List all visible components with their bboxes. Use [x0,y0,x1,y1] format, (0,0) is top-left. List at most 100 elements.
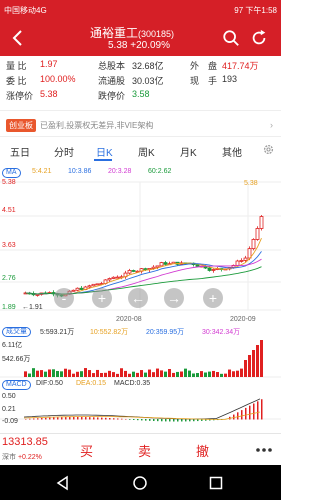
macd-chart[interactable] [0,391,281,433]
pan-left-button[interactable]: ← [128,288,148,308]
ma20-value: 20:3.28 [108,168,132,175]
volume-bar [48,369,51,377]
volume-bar [64,368,67,377]
title-price: 5.38 [108,40,128,51]
macd-histogram-bar [117,418,119,420]
vol-y-top: 6.11亿 [2,342,23,349]
tab-other[interactable]: 其他 [222,144,242,159]
ma5-value: 5:4.21 [32,168,52,175]
volume-bar [36,370,39,377]
macd-histogram-bar [49,417,51,420]
vol30-value: 30:342.34万 [202,329,241,336]
cancel-order-button[interactable]: 撤 [196,441,209,460]
tab-five-day[interactable]: 五日 [10,144,30,159]
add-indicator-button[interactable]: + [203,288,223,308]
volume-bar [196,373,199,377]
macd-histogram-bar [25,419,27,420]
back-icon[interactable] [8,28,28,48]
vol20-value: 20:359.95万 [146,329,185,336]
macd-histogram-bar [165,419,167,422]
candle-body [259,216,264,229]
macd-histogram-bar [141,419,143,421]
volume-bar [188,370,191,377]
tag-text: 已盈利,投票权无差异,非VIE架构 [40,120,154,130]
zoom-in-button[interactable]: + [92,288,112,308]
volume-bar [132,371,135,377]
candle-body [115,276,120,279]
quote-value: 32.68亿 [132,61,164,71]
macd-histogram-bar [69,417,71,420]
tab-intraday[interactable]: 分时 [54,144,74,159]
quote-row: 量 比 1.97 总股本 32.68亿 外 盘 417.74万 [0,59,281,71]
candle-body [163,262,168,265]
chevron-right-icon[interactable]: › [270,120,273,130]
macd-histogram-bar [245,407,247,420]
board-tag: 创业板 [6,118,36,132]
nav-back-icon[interactable] [55,475,71,491]
macd-histogram-bar [133,419,135,420]
macd-histogram-bar [257,401,259,420]
quote-value: 3.58 [132,89,150,99]
macd-histogram-bar [113,418,115,420]
volume-bar [156,368,159,377]
candle-body [71,289,76,292]
volume-bar [28,373,31,377]
system-nav-bar [0,465,281,500]
pan-right-button[interactable]: → [164,288,184,308]
candle-body [155,265,160,268]
status-right: 97 下午1:58 [234,5,277,16]
volume-bar [208,371,211,377]
low-marker: ←1.91 [22,304,43,311]
volume-bar [160,370,163,377]
tab-weekly-k[interactable]: 周K [138,144,155,159]
nav-home-icon[interactable] [132,475,148,491]
macd-histogram-bar [157,419,159,422]
nav-recents-icon[interactable] [208,475,224,491]
macd-histogram-bar [181,419,183,422]
macd-histogram-bar [61,417,63,420]
volume-bar [76,371,79,377]
zoom-out-button[interactable]: - [54,288,74,308]
volume-chart[interactable] [0,338,281,378]
ma-toggle-button[interactable]: MA [2,168,21,178]
volume-bar [40,370,43,377]
candle-body [239,260,244,262]
index-value[interactable]: 13313.85 [2,436,48,448]
volume-bar [80,371,83,377]
macd-histogram-bar [125,418,127,420]
volume-toggle-button[interactable]: 成交量 [2,327,31,337]
volume-bar [108,370,111,377]
period-tabs: 五日 分时 日K 周K 月K 其他 [0,140,281,162]
macd-histogram-bar [173,419,175,422]
stock-name: 通裕重工 [90,26,139,40]
macd-histogram-bar [261,399,263,420]
candle-body [75,287,80,291]
candle-body [151,266,156,269]
quote-label: 跌停价 [98,91,126,101]
macd-histogram-bar [73,417,75,420]
volume-bar [184,368,187,377]
y-axis-label: 2.76 [2,275,16,282]
refresh-icon[interactable] [250,29,268,47]
candle-body [243,257,248,261]
tab-monthly-k[interactable]: 月K [180,144,197,159]
buy-button[interactable]: 买 [80,441,93,460]
volume-bar [252,350,255,377]
active-tab-indicator [94,159,112,161]
gear-icon[interactable] [262,143,275,156]
search-icon[interactable] [222,29,240,47]
vol10-value: 10:552.82万 [90,329,129,336]
tag-row[interactable]: 创业板 已盈利,投票权无差异,非VIE架构 [6,118,153,132]
macd-histogram-bar [85,417,87,420]
sell-button[interactable]: 卖 [138,441,151,460]
vol5-value: 5:593.21万 [40,329,75,336]
volume-bar [104,372,107,377]
macd-toggle-button[interactable]: MACD [2,380,31,390]
more-icon[interactable] [254,440,274,460]
dea-value: DEA:0.15 [76,380,106,387]
quote-label: 涨停价 [6,91,34,101]
tab-daily-k[interactable]: 日K [96,144,113,159]
candle-body [79,287,84,290]
volume-bar [224,373,227,377]
macd-histogram-bar [93,417,95,420]
